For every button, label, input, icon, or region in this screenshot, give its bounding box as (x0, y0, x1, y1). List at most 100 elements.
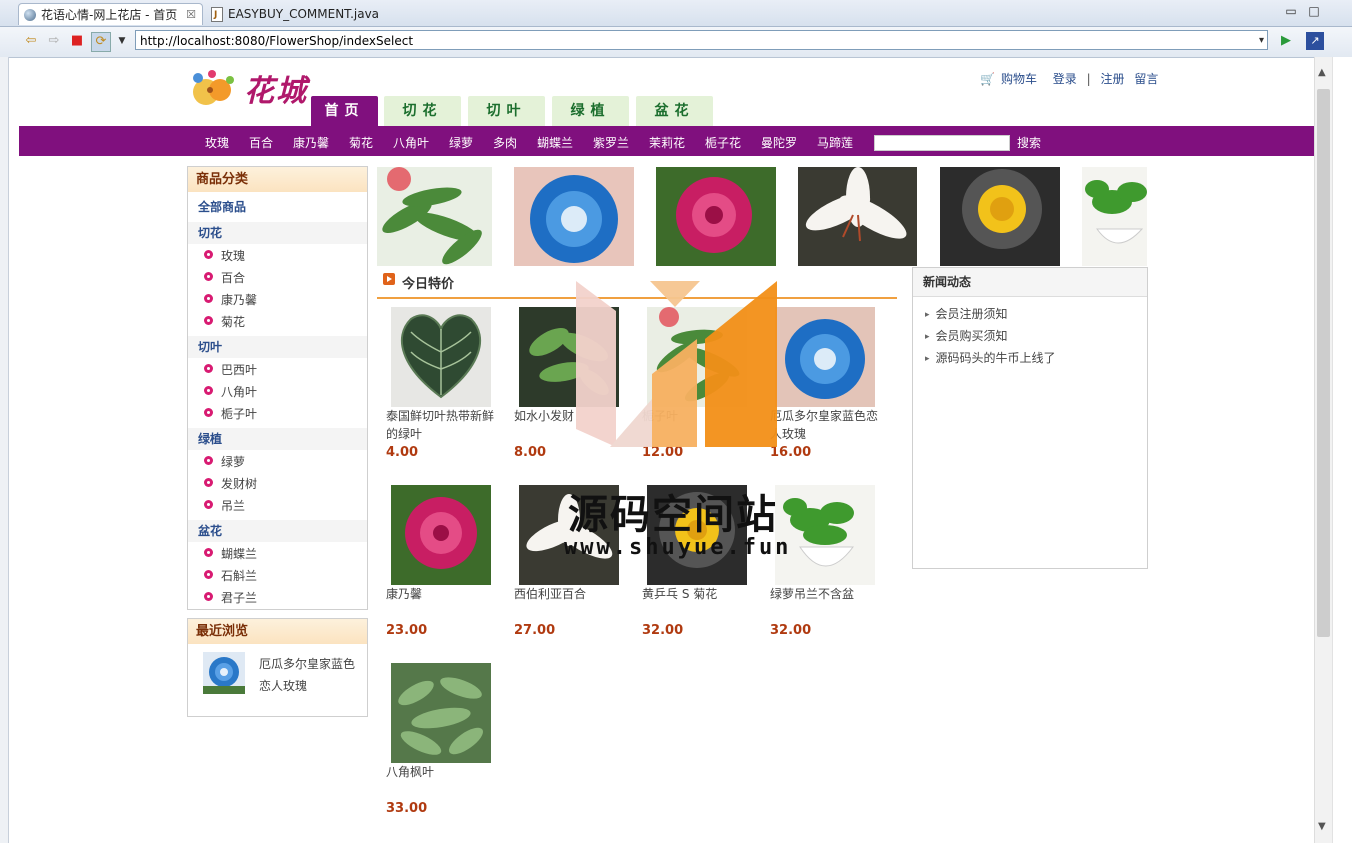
category-item[interactable]: 八角叶 (204, 382, 257, 402)
back-icon[interactable]: ⇦ (22, 32, 40, 50)
nav-link[interactable]: 曼陀罗 (761, 134, 797, 151)
product-name[interactable]: 厄瓜多尔皇家蓝色恋人玫瑰 (770, 407, 888, 443)
stop-icon[interactable]: ■ (68, 32, 86, 50)
nav-link[interactable]: 八角叶 (393, 134, 429, 151)
strip-image-leaves[interactable] (377, 167, 492, 266)
category-group-green-plants[interactable]: 绿植 (188, 428, 367, 450)
product-image-blue-rose[interactable] (775, 307, 875, 407)
product-price: 8.00 (514, 445, 547, 460)
category-item-label: 发财树 (221, 477, 258, 491)
category-item[interactable]: 吊兰 (204, 496, 245, 516)
product-image-anthurium-leaf[interactable] (391, 307, 491, 407)
specials-title: 今日特价 (402, 277, 455, 292)
strip-image-peony[interactable] (656, 167, 776, 266)
product-name[interactable]: 绿萝吊兰不含盆 (770, 585, 888, 603)
search-input[interactable] (874, 135, 1010, 151)
category-panel: 商品分类 全部商品 切花 玫瑰 百合 康乃馨 菊花 切叶 巴西叶 八角叶 栀子叶… (187, 166, 368, 610)
product-name[interactable]: 黄乒乓 S 菊花 (642, 585, 760, 603)
category-item[interactable]: 君子兰 (204, 588, 257, 608)
message-link[interactable]: 留言 (1134, 72, 1158, 86)
news-item[interactable]: 会员注册须知 (925, 305, 1008, 322)
product-image-fatsia-leaf[interactable] (391, 663, 491, 763)
category-group-cut-leaves[interactable]: 切叶 (188, 336, 367, 358)
category-item[interactable]: 康乃馨 (204, 290, 257, 310)
scroll-down-icon[interactable]: ▼ (1318, 821, 1326, 832)
cart-label: 购物车 (1000, 72, 1037, 86)
product-name[interactable]: 西伯利亚百合 (514, 585, 632, 603)
close-icon[interactable]: ☒ (186, 4, 196, 26)
scrollbar-thumb[interactable] (1317, 89, 1330, 637)
nav-link[interactable]: 蝴蝶兰 (537, 134, 573, 151)
url-field[interactable]: http://localhost:8080/FlowerShop/indexSe… (135, 30, 1268, 50)
url-dropdown-icon[interactable]: ▾ (1259, 31, 1264, 51)
category-item[interactable]: 巴西叶 (204, 360, 257, 380)
news-item[interactable]: 源码码头的牛币上线了 (925, 349, 1056, 366)
category-item-label: 八角叶 (221, 385, 258, 399)
news-item[interactable]: 会员购买须知 (925, 327, 1008, 344)
chevron-down-icon[interactable]: ▼ (113, 32, 131, 50)
bullet-icon (204, 570, 213, 579)
category-item[interactable]: 石斛兰 (204, 566, 257, 586)
nav-link[interactable]: 菊花 (349, 134, 373, 151)
watermark-url: www.shuyue.fun (564, 535, 792, 560)
scroll-up-icon[interactable]: ▲ (1318, 67, 1326, 78)
all-products-link[interactable]: 全部商品 (188, 196, 367, 218)
category-group-potted-flowers[interactable]: 盆花 (188, 520, 367, 542)
product-name[interactable]: 泰国鲜切叶热带新鲜的绿叶 (386, 407, 504, 443)
vertical-scrollbar[interactable]: ▲ ▼ (1314, 57, 1333, 843)
product-name[interactable]: 康乃馨 (386, 585, 504, 603)
register-link[interactable]: 注册 (1101, 72, 1125, 86)
bullet-icon (204, 548, 213, 557)
strip-image-lily[interactable] (798, 167, 917, 266)
search-button[interactable]: 搜索 (1017, 134, 1041, 151)
category-item-label: 蝴蝶兰 (221, 547, 258, 561)
tab-java-label: EASYBUY_COMMENT.java (228, 7, 380, 21)
tab-home[interactable]: 首页 (311, 96, 378, 126)
category-item[interactable]: 菊花 (204, 312, 245, 332)
strip-image-blue-rose[interactable] (514, 167, 634, 266)
refresh-icon[interactable]: ⟳ (91, 32, 111, 52)
tab-java-file[interactable]: EASYBUY_COMMENT.java (206, 3, 396, 26)
nav-link[interactable]: 栀子花 (705, 134, 741, 151)
recent-product-name[interactable]: 厄瓜多尔皇家蓝色恋人玫瑰 (259, 653, 359, 697)
nav-link[interactable]: 康乃馨 (293, 134, 329, 151)
product-price: 23.00 (386, 623, 428, 638)
cart-icon: 🛒 (980, 72, 995, 86)
category-group-cut-flowers[interactable]: 切花 (188, 222, 367, 244)
tab-cut-leaves[interactable]: 切叶 (468, 96, 545, 126)
recent-product-image[interactable] (203, 652, 245, 694)
nav-link[interactable]: 茉莉花 (649, 134, 685, 151)
nav-link[interactable]: 玫瑰 (205, 134, 229, 151)
bullet-icon (204, 294, 213, 303)
category-item[interactable]: 发财树 (204, 474, 257, 494)
external-browser-icon[interactable]: ↗ (1306, 32, 1324, 50)
strip-image-pothos[interactable] (1082, 167, 1147, 266)
category-item[interactable]: 蝴蝶兰 (204, 544, 257, 564)
category-item[interactable]: 玫瑰 (204, 246, 245, 266)
category-item[interactable]: 绿萝 (204, 452, 245, 472)
nav-link[interactable]: 绿萝 (449, 134, 473, 151)
category-item[interactable]: 百合 (204, 268, 245, 288)
forward-icon[interactable]: ⇨ (45, 32, 63, 50)
tab-green-plants[interactable]: 绿植 (552, 96, 629, 126)
category-item-label: 巴西叶 (221, 363, 258, 377)
nav-link[interactable]: 马蹄莲 (817, 134, 853, 151)
play-icon (383, 273, 395, 285)
tab-browser[interactable]: 花语心情-网上花店 - 首页 ☒ (18, 3, 203, 25)
go-icon[interactable]: ▶ (1277, 32, 1295, 50)
tab-potted-flowers[interactable]: 盆花 (636, 96, 713, 126)
maximize-button[interactable]: □ (1305, 2, 1323, 20)
cart-link[interactable]: 🛒 购物车 (980, 72, 1043, 86)
nav-link[interactable]: 多肉 (493, 134, 517, 151)
nav-link[interactable]: 紫罗兰 (593, 134, 629, 151)
tab-cut-flowers[interactable]: 切花 (384, 96, 461, 126)
category-item-label: 绿萝 (221, 455, 246, 469)
product-image-carnation[interactable] (391, 485, 491, 585)
site-logo[interactable]: 花城 (186, 64, 311, 110)
product-name[interactable]: 八角枫叶 (386, 763, 504, 781)
minimize-button[interactable]: ▭ (1282, 2, 1300, 20)
login-link[interactable]: 登录 (1053, 72, 1077, 86)
category-item[interactable]: 栀子叶 (204, 404, 257, 424)
nav-link[interactable]: 百合 (249, 134, 273, 151)
strip-image-chrysanthemum[interactable] (940, 167, 1060, 266)
